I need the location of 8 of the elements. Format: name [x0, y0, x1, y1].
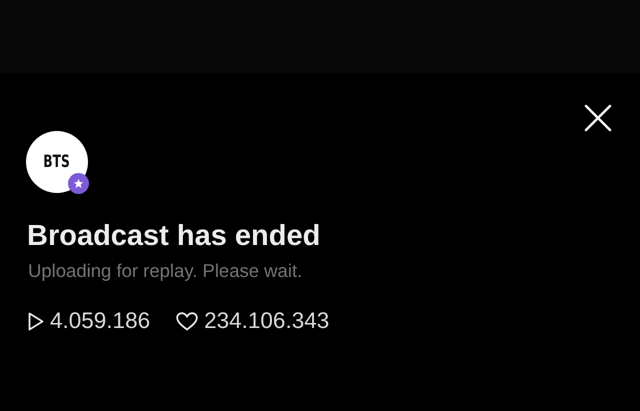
like-count: 234.106.343 [204, 307, 330, 335]
play-icon [28, 312, 44, 330]
close-button[interactable] [584, 104, 612, 132]
play-count: 4.059.186 [50, 307, 150, 335]
heart-icon [176, 312, 198, 330]
avatar-text: BTS [44, 152, 70, 172]
broadcast-title: Broadcast has ended [27, 219, 322, 253]
status-message: Uploading for replay. Please wait. [28, 259, 304, 283]
